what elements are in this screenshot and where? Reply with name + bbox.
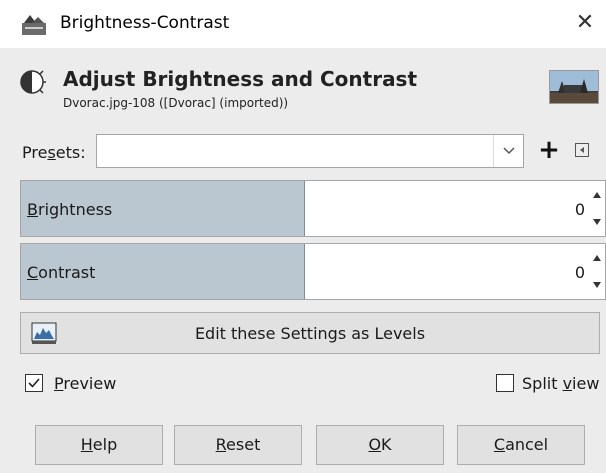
split-view-label[interactable]: Split view xyxy=(522,374,599,393)
chevron-down-icon[interactable] xyxy=(493,135,523,167)
brightness-stepper[interactable] xyxy=(589,181,605,236)
brightness-spin-scale[interactable]: Brightness 0 xyxy=(20,180,606,237)
preview-checkbox[interactable] xyxy=(25,374,43,392)
presets-combo[interactable] xyxy=(96,134,524,168)
cancel-button[interactable]: Cancel xyxy=(457,425,585,465)
increment-icon[interactable] xyxy=(589,244,605,272)
ok-button[interactable]: OK xyxy=(316,425,444,465)
checkmark-icon xyxy=(28,378,40,388)
brightness-contrast-icon xyxy=(20,70,46,94)
gimp-app-icon xyxy=(22,15,46,35)
castle-thumbnail-image xyxy=(550,71,598,103)
split-view-checkbox[interactable] xyxy=(496,374,514,392)
preview-label[interactable]: Preview xyxy=(54,374,116,393)
contrast-value[interactable]: 0 xyxy=(575,263,585,282)
edit-as-levels-button[interactable]: Edit these Settings as Levels xyxy=(20,312,600,354)
image-thumbnail xyxy=(549,70,599,104)
edit-as-levels-label: Edit these Settings as Levels xyxy=(194,324,426,343)
add-preset-button[interactable]: + xyxy=(536,134,562,168)
presets-menu-icon[interactable] xyxy=(572,140,592,160)
contrast-spin-scale[interactable]: Contrast 0 xyxy=(20,243,606,300)
help-button[interactable]: Help xyxy=(35,425,163,465)
decrement-icon[interactable] xyxy=(589,209,605,237)
decrement-icon[interactable] xyxy=(589,272,605,300)
close-icon[interactable]: ✕ xyxy=(570,8,600,38)
dialog-heading: Adjust Brightness and Contrast xyxy=(63,67,418,91)
window-title: Brightness-Contrast xyxy=(60,13,230,33)
image-name: Dvorac.jpg-108 ([Dvorac] (imported)) xyxy=(63,96,289,110)
presets-label: Presets: xyxy=(22,143,86,162)
increment-icon[interactable] xyxy=(589,181,605,209)
contrast-label: Contrast xyxy=(27,263,96,282)
contrast-stepper[interactable] xyxy=(589,244,605,299)
reset-button[interactable]: Reset xyxy=(174,425,302,465)
brightness-label: Brightness xyxy=(27,200,113,219)
brightness-value[interactable]: 0 xyxy=(575,200,585,219)
title-bar: Brightness-Contrast ✕ xyxy=(0,0,606,48)
